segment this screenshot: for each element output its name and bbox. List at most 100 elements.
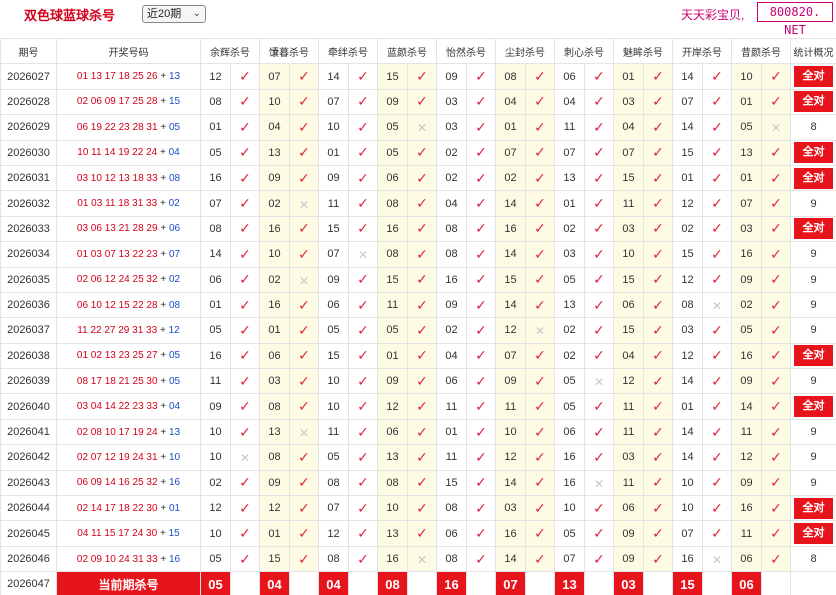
stat-cell: 9: [790, 469, 836, 497]
kill-number: 07: [318, 241, 349, 268]
result-mark: ✓: [466, 164, 496, 192]
result-mark: ✓: [525, 114, 555, 141]
kill-number: 10: [259, 241, 290, 268]
result-mark: ✓: [348, 495, 378, 522]
result-mark: ✓: [230, 190, 260, 217]
check-icon: ✓: [770, 525, 782, 542]
check-icon: ✓: [475, 144, 487, 161]
result-mark: ✓: [525, 368, 555, 395]
cross-icon: ✕: [593, 476, 605, 491]
kill-number: 08: [259, 393, 290, 420]
result-mark: ✓: [466, 241, 496, 268]
result-mark: ✓: [643, 139, 673, 166]
table-row: 2026045 04 11 15 17 24 30 + 15 10 ✓ 01 ✓ 12 ✓ 13…: [0, 520, 836, 547]
result-mark: ✓: [761, 139, 791, 166]
check-icon: ✓: [475, 245, 487, 262]
result-mark: ✓: [466, 342, 496, 370]
result-mark: ✕: [525, 317, 555, 344]
result-mark: ✓: [643, 545, 673, 573]
result-mark: ✓: [230, 418, 260, 446]
check-icon: ✓: [357, 118, 369, 135]
result-mark: ✓: [407, 520, 437, 547]
check-icon: ✓: [475, 195, 487, 212]
kill-number: 01: [554, 190, 585, 217]
kill-number: 09: [259, 469, 290, 497]
check-icon: ✓: [416, 372, 428, 389]
result-mark: ✓: [230, 291, 260, 319]
col-expert-header: 馕暮杀号: [259, 37, 319, 65]
result-mark: ✓: [289, 164, 319, 192]
check-icon: ✓: [711, 347, 723, 364]
stat-cell: 全对: [790, 164, 836, 192]
period-select[interactable]: 近20期 ⌄: [142, 5, 206, 23]
plus-sign: +: [157, 198, 169, 210]
kill-number: 15: [613, 317, 644, 344]
result-mark: ✓: [348, 393, 378, 420]
check-icon: ✓: [475, 525, 487, 542]
result-mark: ✓: [407, 164, 437, 192]
issue-cell: 2026047: [0, 571, 57, 595]
kill-number: 10: [200, 520, 231, 547]
result-mark: ✓: [348, 139, 378, 166]
check-icon: ✓: [593, 68, 605, 85]
table-row: 2026030 10 11 14 19 22 24 + 04 05 ✓ 13 ✓ 01 ✓ 05…: [0, 139, 836, 166]
cross-icon: ✕: [711, 553, 723, 567]
red-balls: 03 10 12 13 18 33: [76, 172, 158, 184]
brand-link[interactable]: 800820. NET: [757, 2, 833, 37]
kill-number: 06: [554, 418, 585, 446]
draw-cell: 06 09 14 16 25 32 + 16: [56, 469, 201, 497]
kill-number: 15: [672, 241, 703, 268]
check-icon: ✓: [711, 499, 723, 516]
result-mark: ✓: [348, 469, 378, 497]
check-icon: ✓: [416, 195, 428, 212]
issue-cell: 2026044: [0, 495, 57, 522]
check-icon: ✓: [298, 93, 310, 110]
result-mark: ✓: [230, 520, 260, 547]
kill-number: 16: [495, 215, 526, 243]
check-icon: ✓: [711, 321, 723, 338]
check-icon: ✓: [298, 118, 310, 135]
kill-number: 01: [672, 164, 703, 192]
result-mark: ✓: [289, 368, 319, 395]
result-mark: ✕: [584, 368, 614, 395]
result-mark: ✓: [584, 520, 614, 547]
kill-number: 05: [200, 139, 231, 166]
check-icon: ✓: [652, 550, 664, 567]
plus-sign: +: [157, 71, 169, 83]
check-icon: ✓: [475, 118, 487, 135]
current-blank-cell: [761, 571, 791, 595]
cross-icon: ✕: [357, 248, 369, 263]
blue-ball: 05: [168, 375, 181, 387]
kill-number: 16: [554, 444, 585, 471]
result-mark: ✓: [466, 317, 496, 344]
kill-number: 08: [200, 215, 231, 243]
current-kill-number: 04: [259, 571, 290, 595]
result-mark: ✓: [584, 342, 614, 370]
kill-number: 16: [731, 495, 762, 522]
kill-number: 01: [318, 139, 349, 166]
kill-number: 09: [613, 545, 644, 573]
stat-cell: 全对: [790, 393, 836, 420]
stat-cell: 全对: [790, 495, 836, 522]
blue-ball: 16: [168, 553, 181, 565]
stat-cell: 9: [790, 291, 836, 319]
check-icon: ✓: [239, 347, 251, 364]
result-mark: ✓: [584, 114, 614, 141]
result-mark: ✓: [525, 139, 555, 166]
check-icon: ✓: [593, 144, 605, 161]
result-mark: ✓: [230, 317, 260, 344]
check-icon: ✓: [357, 423, 369, 440]
issue-cell: 2026046: [0, 545, 57, 573]
result-mark: ✓: [761, 444, 791, 471]
kill-number: 16: [731, 241, 762, 268]
kill-number: 10: [672, 469, 703, 497]
check-icon: ✓: [357, 372, 369, 389]
kill-number: 04: [554, 88, 585, 116]
check-icon: ✓: [652, 525, 664, 542]
kill-number: 07: [613, 139, 644, 166]
result-mark: ✓: [702, 139, 732, 166]
kill-number: 12: [318, 520, 349, 547]
result-mark: ✓: [466, 63, 496, 90]
kill-number: 04: [436, 190, 467, 217]
result-mark: ✕: [702, 545, 732, 573]
